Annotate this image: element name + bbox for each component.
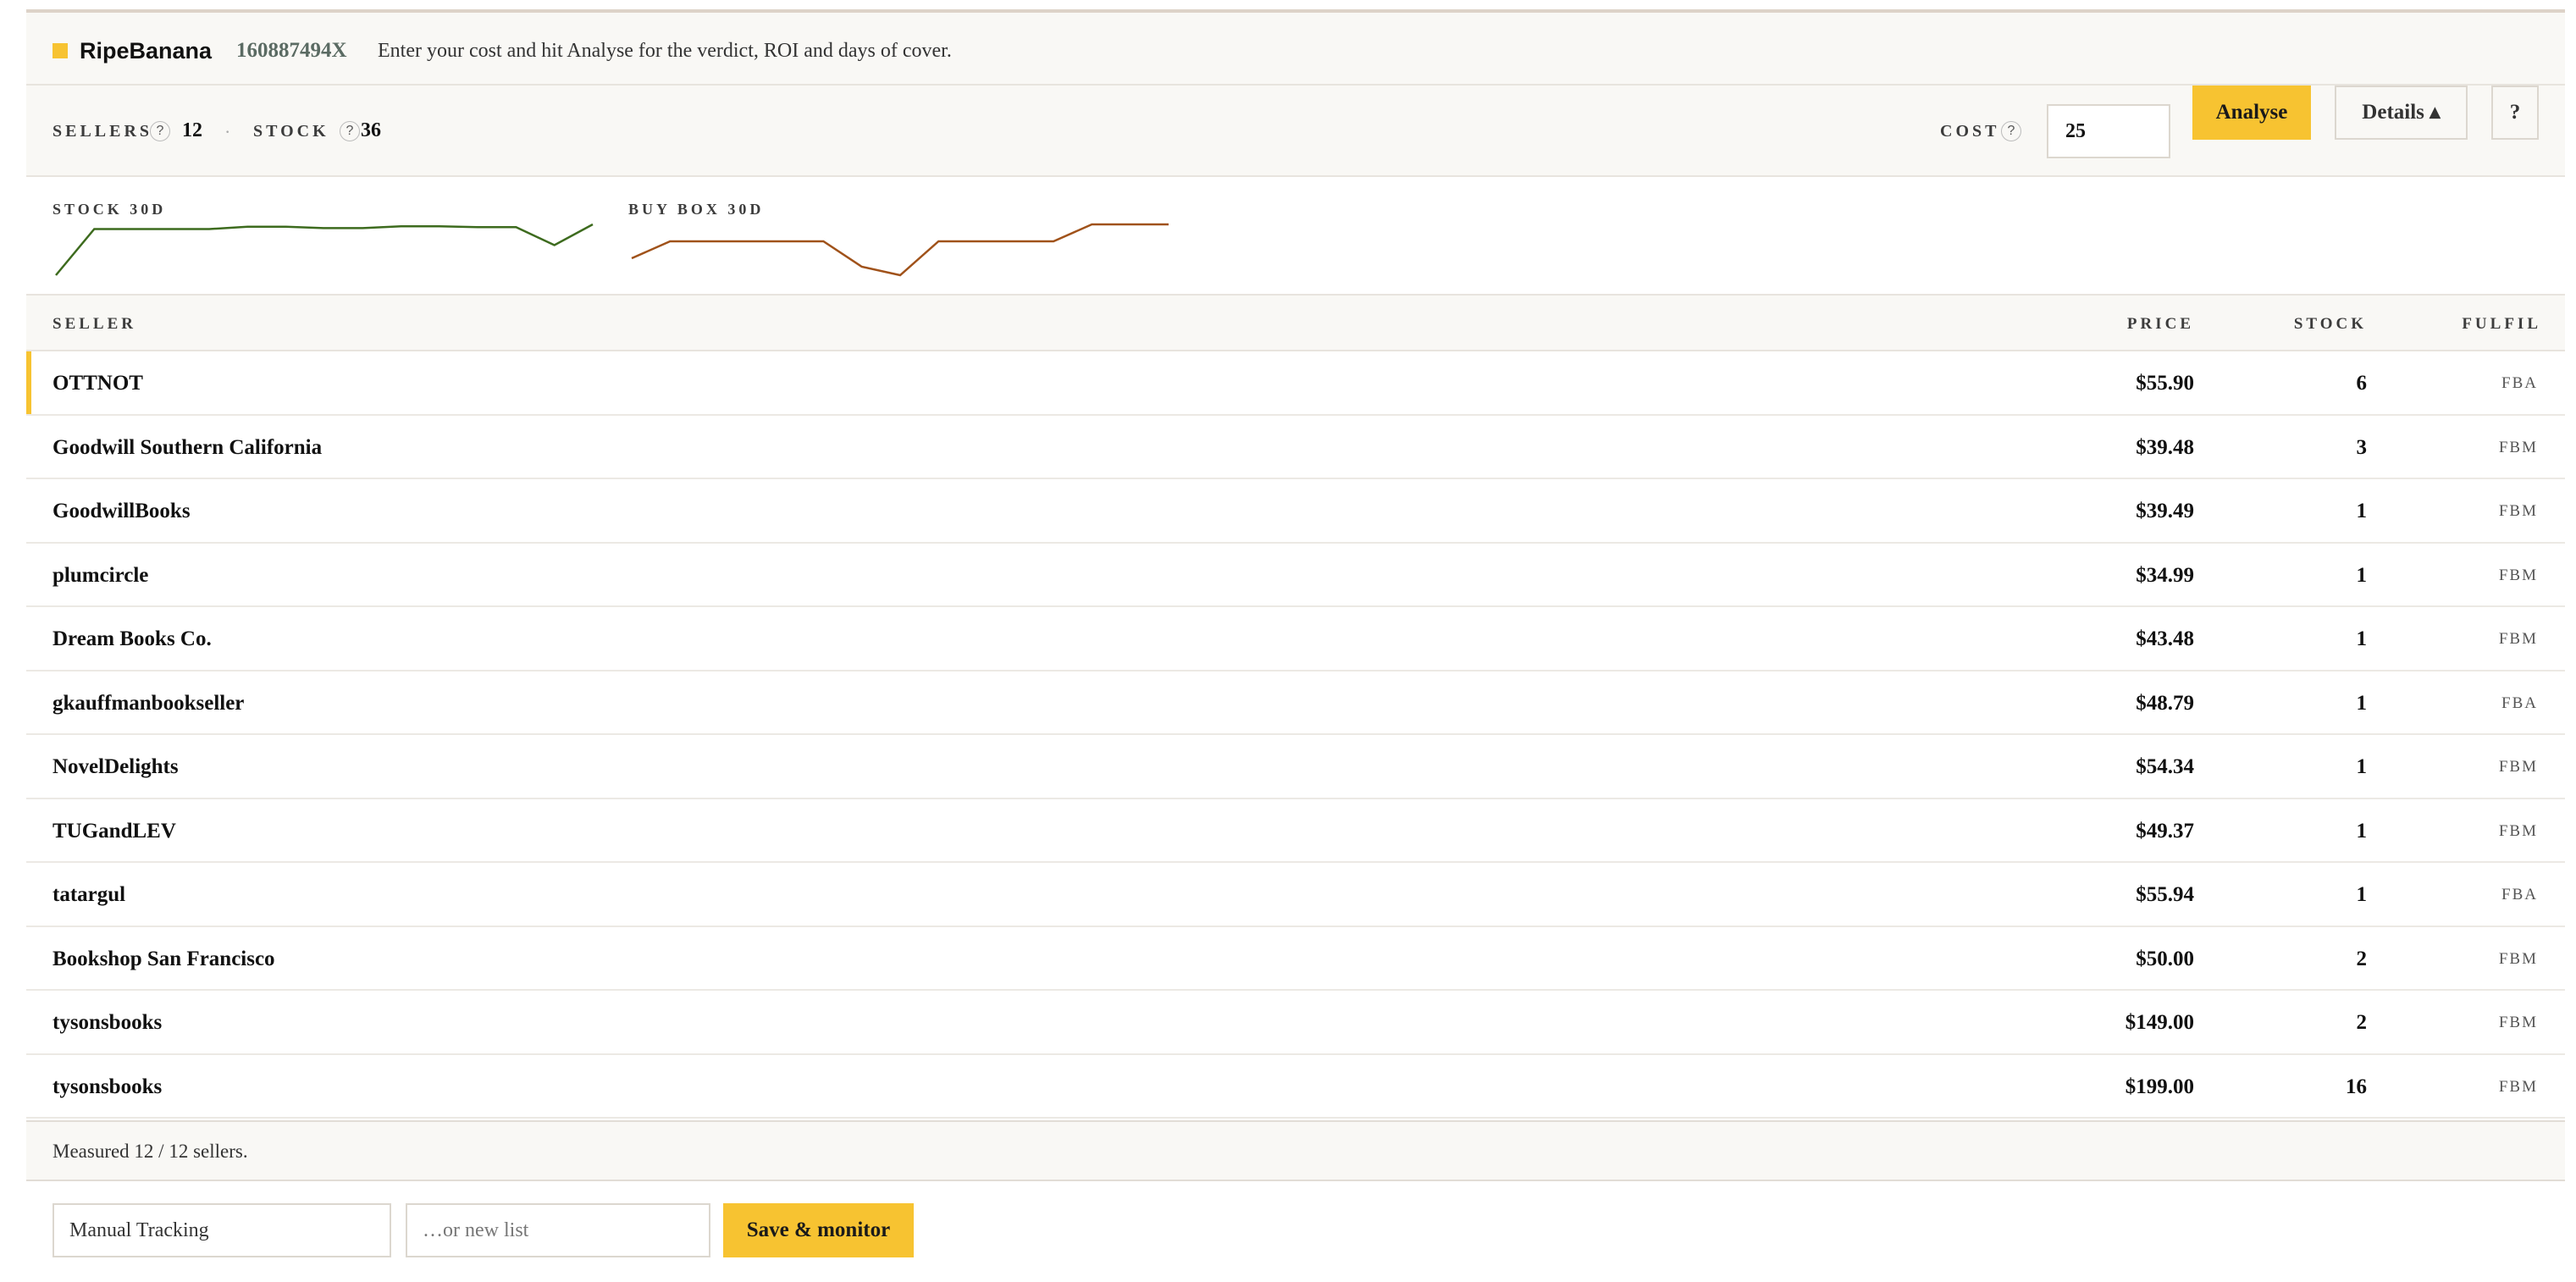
save-monitor-button[interactable]: Save & monitor — [723, 1203, 914, 1257]
seller-name: OTTNOT — [53, 372, 143, 395]
save-bar: Save & monitor — [26, 1181, 2565, 1274]
seller-fulfil: FBA — [2501, 374, 2538, 392]
buybox-sparkline — [631, 223, 1169, 277]
seller-stock: 1 — [2356, 563, 2368, 587]
stock-sparkline-label: STOCK 30D — [53, 201, 167, 218]
seller-name: gkauffmanbookseller — [53, 691, 245, 715]
seller-stock: 2 — [2356, 1011, 2368, 1034]
seller-fulfil: FBA — [2501, 693, 2538, 712]
control-bar: SELLERS ? 12 · STOCK ? 36 COST ? Analyse… — [26, 86, 2565, 177]
table-row[interactable]: tatargul $55.94 1 FBA — [26, 863, 2565, 927]
table-row[interactable]: OTTNOT $55.90 6 FBA — [26, 351, 2565, 416]
brand-name: RipeBanana — [80, 38, 213, 64]
instruction-hint: Enter your cost and hit Analyse for the … — [378, 40, 952, 62]
table-row[interactable]: plumcircle $34.99 1 FBM — [26, 543, 2565, 607]
list-select-input[interactable] — [53, 1203, 391, 1257]
seller-stock: 2 — [2356, 947, 2368, 970]
table-row[interactable]: Dream Books Co. $43.48 1 FBM — [26, 607, 2565, 671]
seller-fulfil: FBM — [2498, 821, 2538, 840]
isbn-code: 160887494X — [236, 39, 347, 62]
column-header-seller[interactable]: SELLER — [53, 313, 136, 335]
ripebanana-panel: RipeBanana 160887494X Enter your cost an… — [26, 13, 2565, 1274]
seller-stock: 6 — [2356, 372, 2368, 395]
seller-fulfil: FBM — [2498, 949, 2538, 968]
spark-stock-line — [55, 223, 594, 276]
seller-fulfil: FBM — [2498, 502, 2538, 520]
seller-name: tysonsbooks — [53, 1011, 163, 1034]
seller-stock: 1 — [2356, 500, 2368, 522]
seller-fulfil: FBM — [2498, 630, 2538, 648]
seller-price: $43.48 — [2136, 627, 2194, 650]
sellers-help-icon[interactable]: ? — [150, 121, 170, 141]
buybox-sparkline-label: BUY BOX 30D — [628, 201, 765, 218]
seller-name: NovelDelights — [53, 755, 179, 778]
table-row[interactable]: Bookshop San Francisco $50.00 2 FBM — [26, 926, 2565, 991]
stock-sparkline — [55, 223, 594, 276]
seller-price: $39.49 — [2136, 500, 2194, 522]
seller-fulfil: FBM — [2498, 566, 2538, 584]
seller-name: tatargul — [53, 883, 126, 906]
analyse-button[interactable]: Analyse — [2192, 86, 2311, 140]
details-toggle-button[interactable]: Details ▴ — [2335, 86, 2468, 140]
seller-stock: 1 — [2356, 819, 2368, 843]
column-header-stock[interactable]: STOCK — [2294, 313, 2367, 335]
seller-price: $50.00 — [2136, 947, 2194, 970]
seller-fulfil: FBM — [2498, 1014, 2538, 1031]
table-row[interactable]: TUGandLEV $49.37 1 FBM — [26, 798, 2565, 863]
seller-fulfil: FBM — [2498, 758, 2538, 776]
table-row[interactable]: GoodwillBooks $39.49 1 FBM — [26, 479, 2565, 544]
seller-price: $48.79 — [2136, 691, 2194, 715]
seller-name: TUGandLEV — [53, 819, 176, 843]
seller-name: plumcircle — [53, 563, 149, 587]
help-button[interactable]: ? — [2491, 86, 2539, 140]
seller-name: Bookshop San Francisco — [53, 947, 275, 970]
seller-stock: 16 — [2346, 1075, 2367, 1098]
table-row[interactable]: NovelDelights $54.34 1 FBM — [26, 735, 2565, 799]
seller-fulfil: FBA — [2501, 886, 2538, 903]
seller-name: Goodwill Southern California — [53, 435, 323, 459]
stock-label: STOCK — [253, 122, 329, 141]
table-row[interactable]: gkauffmanbookseller $48.79 1 FBA — [26, 671, 2565, 735]
seller-table-body: OTTNOT $55.90 6 FBA Goodwill Southern Califo… — [26, 351, 2565, 1119]
stock-help-icon[interactable]: ? — [340, 121, 360, 141]
table-header: SELLER PRICE STOCK FULFIL — [26, 296, 2565, 351]
cost-help-icon[interactable]: ? — [2001, 121, 2021, 141]
sellers-label: SELLERS — [53, 122, 153, 141]
table-row[interactable]: tysonsbooks $149.00 2 FBM — [26, 991, 2565, 1055]
cost-label: COST — [1940, 122, 2000, 141]
seller-name: GoodwillBooks — [53, 500, 191, 522]
table-row[interactable]: Goodwill Southern California $39.48 3 FBM — [26, 415, 2565, 479]
cost-input[interactable] — [2047, 104, 2170, 158]
seller-price: $55.90 — [2136, 372, 2194, 395]
seller-price: $149.00 — [2125, 1011, 2194, 1034]
brand-logo-icon — [53, 43, 68, 58]
column-header-price[interactable]: PRICE — [2127, 313, 2194, 335]
seller-price: $39.48 — [2136, 435, 2194, 459]
table-row[interactable]: tysonsbooks $199.00 16 FBM — [26, 1054, 2565, 1119]
seller-stock: 3 — [2356, 435, 2368, 459]
seller-price: $54.34 — [2136, 755, 2194, 778]
seller-price: $199.00 — [2125, 1075, 2194, 1098]
seller-stock: 1 — [2356, 627, 2368, 650]
new-list-input[interactable] — [406, 1203, 710, 1257]
measured-status-bar: Measured 12 / 12 sellers. — [26, 1120, 2565, 1181]
spark-buybox-line — [631, 223, 1169, 277]
seller-price: $49.37 — [2136, 819, 2194, 843]
seller-price: $55.94 — [2136, 883, 2194, 906]
seller-stock: 1 — [2356, 691, 2368, 715]
seller-stock: 1 — [2356, 755, 2368, 778]
seller-fulfil: FBM — [2498, 438, 2538, 456]
column-header-fulfil[interactable]: FULFIL — [2462, 313, 2541, 335]
seller-price: $34.99 — [2136, 563, 2194, 587]
seller-name: tysonsbooks — [53, 1075, 163, 1098]
measured-status-text: Measured 12 / 12 sellers. — [53, 1141, 248, 1162]
seller-stock: 1 — [2356, 883, 2368, 906]
panel-header: RipeBanana 160887494X Enter your cost an… — [26, 13, 2565, 86]
sparkline-panel: STOCK 30D BUY BOX 30D — [26, 177, 2565, 296]
seller-fulfil: FBM — [2498, 1077, 2538, 1096]
stat-separator: · — [224, 121, 231, 142]
sellers-count: 12 — [182, 119, 202, 141]
stock-count: 36 — [361, 119, 381, 141]
seller-name: Dream Books Co. — [53, 627, 212, 650]
